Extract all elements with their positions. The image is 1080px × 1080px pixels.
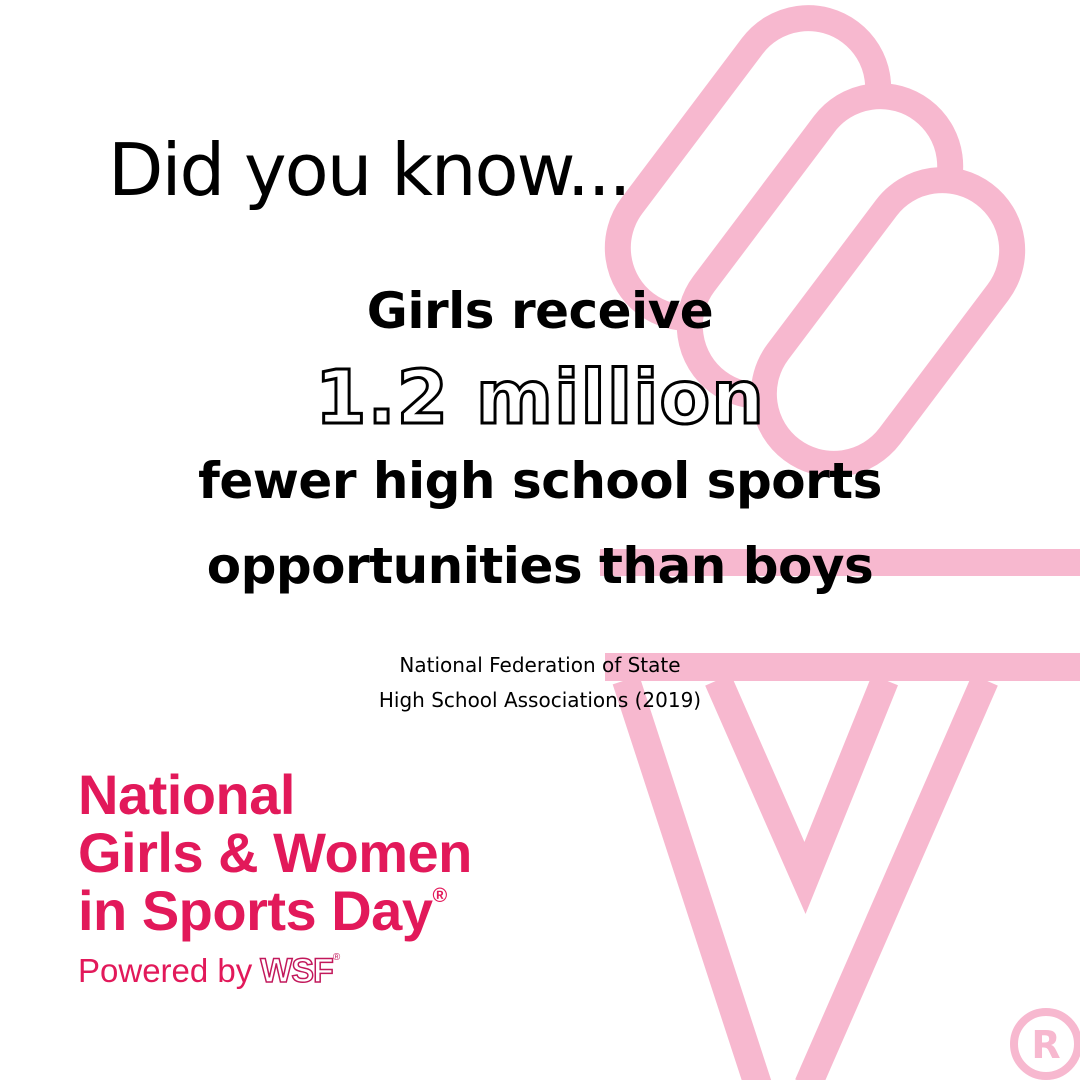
statement-highlight: 1.2 million bbox=[314, 354, 766, 443]
logo-line-3: in Sports Day® bbox=[78, 878, 447, 943]
citation-line-1: National Federation of State bbox=[399, 653, 681, 677]
statement-line-3: fewer high school sports bbox=[198, 452, 882, 510]
citation-line-2: High School Associations (2019) bbox=[378, 688, 702, 712]
infographic: R Did you know... Girls receive 1.2 mill… bbox=[0, 0, 1080, 1080]
torch-handle-right bbox=[795, 674, 998, 1080]
intro-heading: Did you know... bbox=[108, 128, 632, 212]
statement-line-1: Girls receive bbox=[366, 282, 714, 340]
logo-line-3-text: in Sports Day bbox=[78, 879, 433, 942]
registered-symbol: ® bbox=[432, 885, 447, 907]
statement-line-4: opportunities than boys bbox=[206, 537, 874, 595]
wsf-logo: WSF bbox=[260, 951, 335, 991]
logo-line-2: Girls & Women bbox=[78, 821, 472, 884]
logo-line-1: National bbox=[78, 763, 295, 826]
powered-by-label: Powered by bbox=[78, 952, 253, 989]
registered-mark-letter: R bbox=[1031, 1023, 1060, 1067]
wsf-registered-symbol: ® bbox=[332, 952, 341, 963]
powered-by: Powered by WSF® bbox=[78, 951, 341, 991]
